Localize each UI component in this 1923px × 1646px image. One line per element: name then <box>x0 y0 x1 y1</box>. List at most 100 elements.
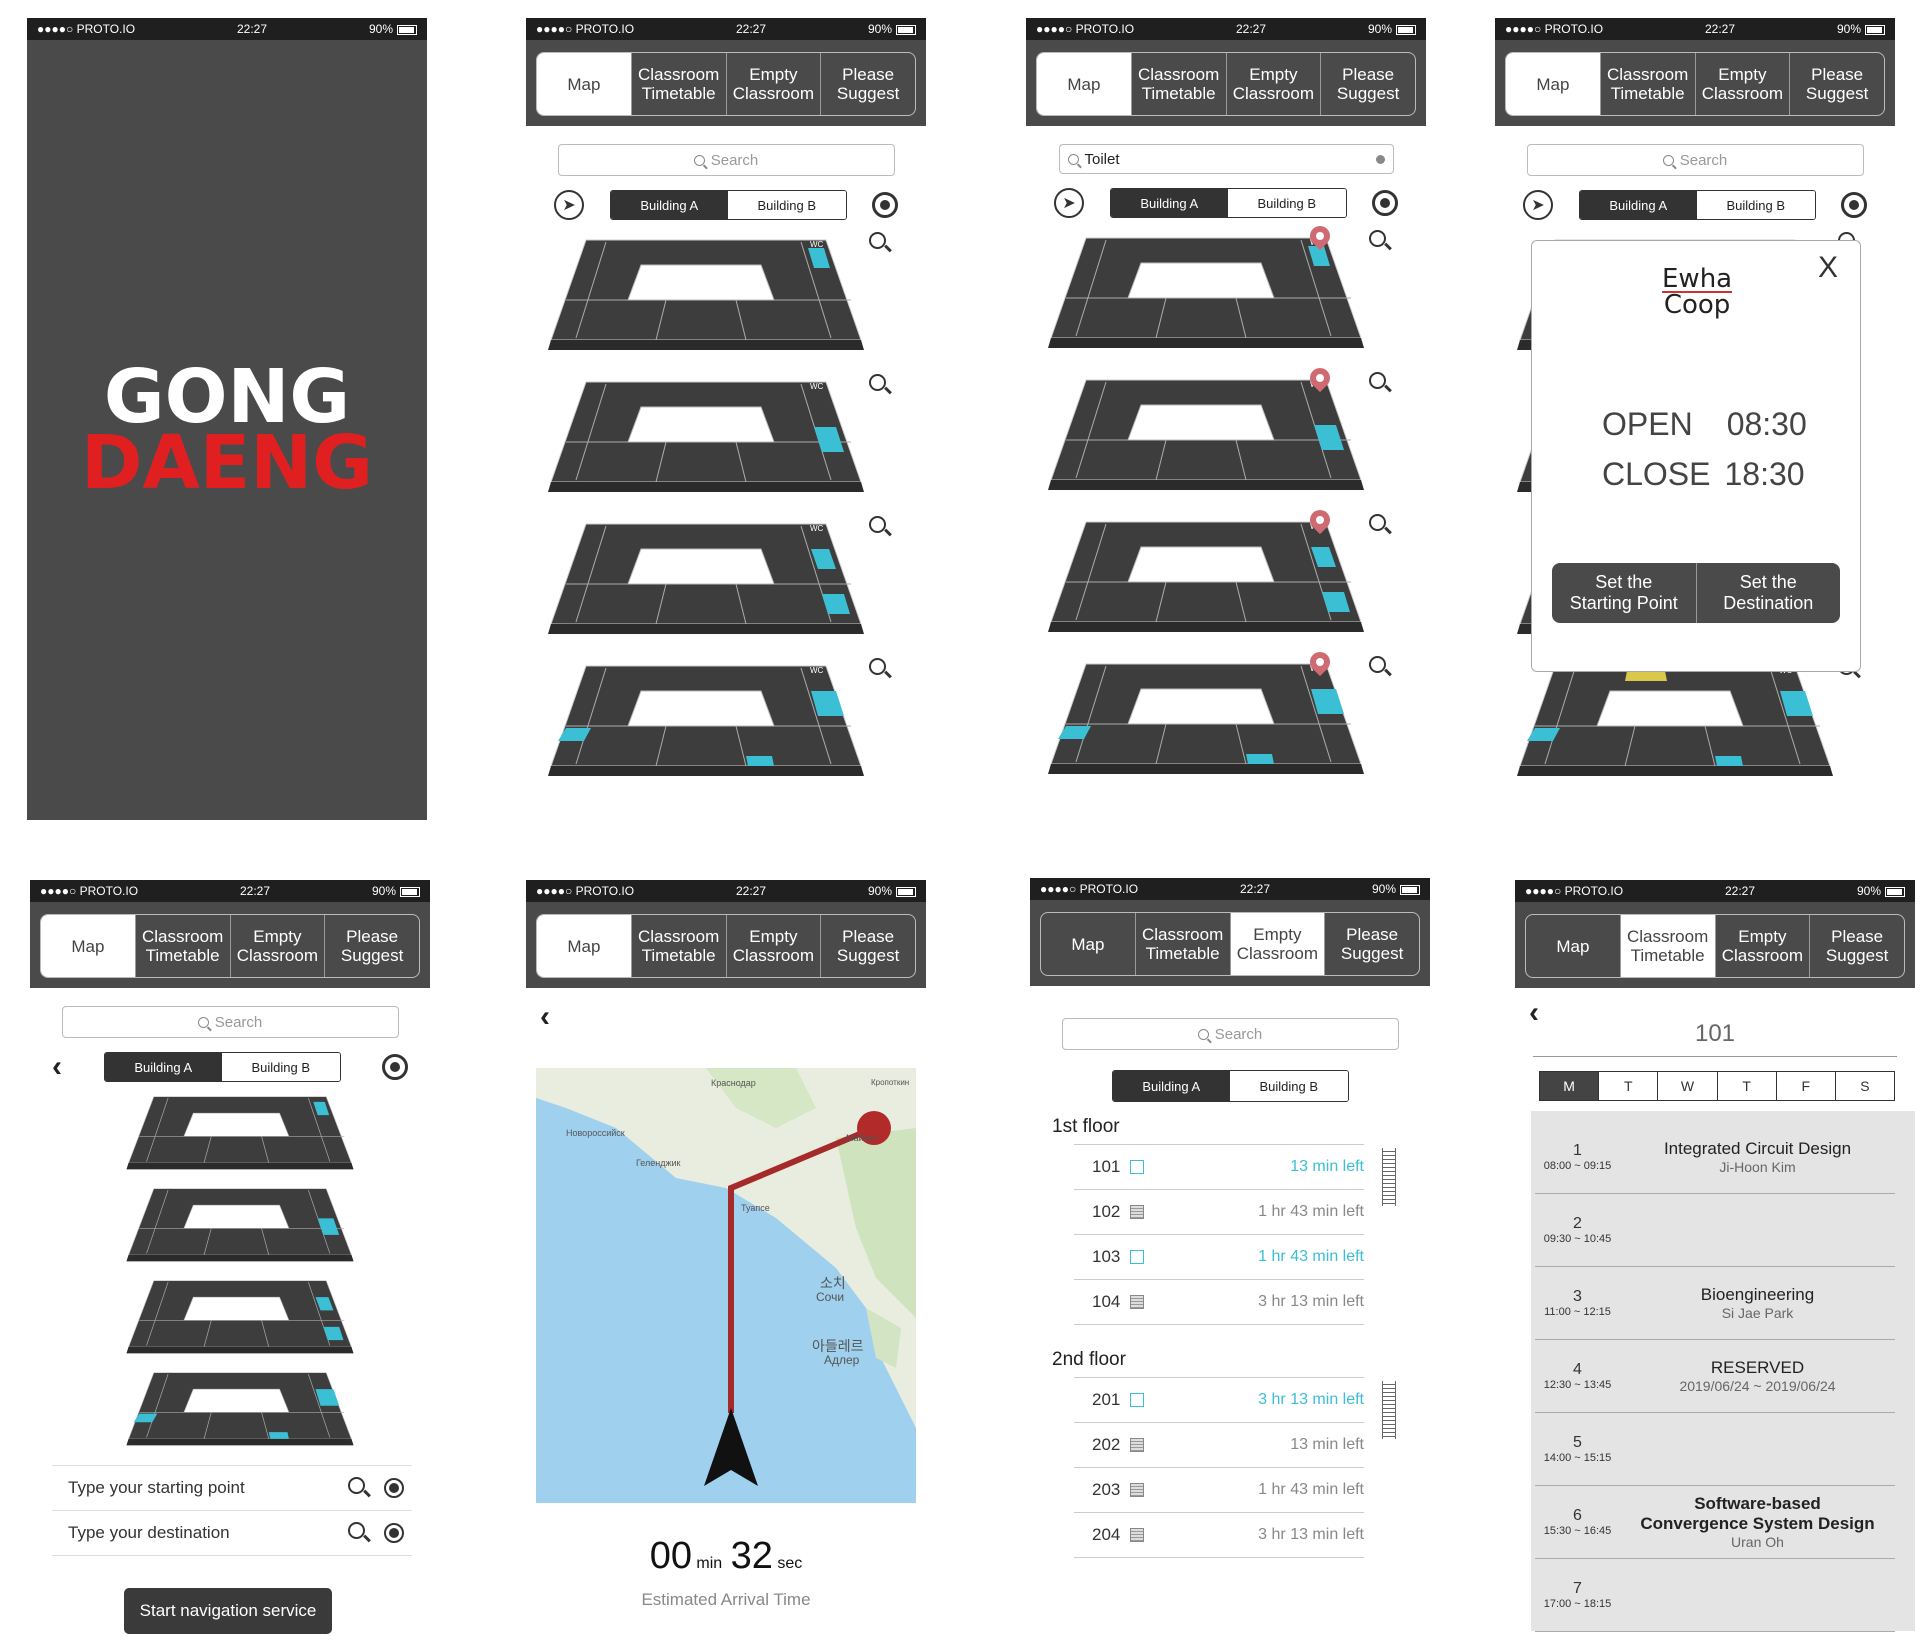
tab-empty-classroom[interactable]: Empty Classroom <box>1229 913 1325 975</box>
tab-map[interactable]: Map <box>537 915 631 977</box>
tab-classroom-timetable[interactable]: Classroom Timetable <box>1134 913 1230 975</box>
day-tab[interactable]: F <box>1775 1072 1835 1100</box>
building-b-option[interactable]: Building B <box>1230 1071 1348 1101</box>
floor-map-2[interactable]: WC <box>546 372 866 502</box>
zoom-icon[interactable] <box>1369 230 1391 252</box>
room-row[interactable]: 204 3 hr 13 min left <box>1074 1512 1364 1557</box>
day-tab[interactable]: S <box>1834 1072 1894 1100</box>
building-b-option[interactable]: Building B <box>1697 191 1815 219</box>
search-input[interactable]: Search <box>557 144 895 176</box>
tab-classroom-timetable[interactable]: Classroom Timetable <box>1130 53 1226 115</box>
search-input[interactable]: Toilet <box>1058 144 1394 174</box>
start-point-input[interactable]: Type your starting point <box>68 1478 245 1498</box>
room-row[interactable]: 202 13 min left <box>1074 1422 1364 1467</box>
building-a-option[interactable]: Building A <box>610 191 728 219</box>
tab-empty-classroom[interactable]: Empty Classroom <box>1225 53 1321 115</box>
compass-icon[interactable]: ➤ <box>554 190 584 220</box>
tab-map[interactable]: Map <box>1506 53 1600 115</box>
route-map[interactable]: Новороссийск Геленджик Туапсе Сочи Адлер… <box>536 1068 916 1503</box>
tab-map[interactable]: Map <box>1037 53 1131 115</box>
destination-input[interactable]: Type your destination <box>68 1523 230 1543</box>
zoom-icon[interactable] <box>869 232 891 254</box>
room-row[interactable]: 201 3 hr 13 min left <box>1074 1377 1364 1422</box>
day-tab[interactable]: W <box>1657 1072 1716 1100</box>
floor-map-4[interactable]: WC <box>546 656 866 786</box>
day-tab[interactable]: T <box>1598 1072 1657 1100</box>
room-row[interactable]: 102 1 hr 43 min left <box>1074 1189 1364 1234</box>
building-toggle[interactable]: Building A Building B <box>609 190 847 220</box>
floor-map-3[interactable] <box>125 1274 355 1365</box>
period-row[interactable]: 2 09:30 ~ 10:45 <box>1535 1194 1895 1267</box>
period-row[interactable]: 6 15:30 ~ 16:45 Software-based Convergence… <box>1535 1486 1895 1559</box>
room-row[interactable]: 203 1 hr 43 min left <box>1074 1467 1364 1512</box>
building-b-option[interactable]: Building B <box>728 191 846 219</box>
floor-map-1[interactable]: WC <box>546 230 866 360</box>
tab-please-suggest[interactable]: Please Suggest <box>1320 53 1415 115</box>
tab-map[interactable]: Map <box>1526 915 1620 977</box>
building-b-option[interactable]: Building B <box>1228 189 1346 217</box>
zoom-icon[interactable] <box>1369 514 1391 536</box>
tab-empty-classroom[interactable]: Empty Classroom <box>725 53 821 115</box>
tab-empty-classroom[interactable]: Empty Classroom <box>725 915 821 977</box>
destination-row[interactable]: Type your destination <box>52 1511 412 1556</box>
back-icon[interactable]: ‹ <box>52 1052 62 1082</box>
search-input[interactable]: Search <box>61 1006 399 1038</box>
start-point-row[interactable]: Type your starting point <box>52 1465 412 1511</box>
tab-please-suggest[interactable]: Please Suggest <box>820 53 915 115</box>
period-row[interactable]: 3 11:00 ~ 12:15 Bioengineering Si Jae Park <box>1535 1267 1895 1340</box>
set-starting-point-button[interactable]: Set the Starting Point <box>1552 563 1697 623</box>
tab-empty-classroom[interactable]: Empty Classroom <box>1714 915 1810 977</box>
period-row[interactable]: 1 08:00 ~ 09:15 Integrated Circuit Design J… <box>1535 1121 1895 1194</box>
room-row[interactable]: 104 3 hr 13 min left <box>1074 1279 1364 1324</box>
clear-icon[interactable] <box>1375 154 1385 164</box>
locate-icon[interactable] <box>872 192 898 218</box>
day-tab[interactable]: M <box>1540 1072 1599 1100</box>
zoom-icon[interactable] <box>1369 372 1391 394</box>
tab-map[interactable]: Map <box>1041 913 1135 975</box>
building-toggle[interactable]: Building A Building B <box>103 1052 341 1082</box>
back-icon[interactable]: ‹ <box>540 1002 926 1032</box>
set-destination-button[interactable]: Set the Destination <box>1697 563 1841 623</box>
compass-icon[interactable]: ➤ <box>1523 190 1553 220</box>
building-a-option[interactable]: Building A <box>1110 189 1228 217</box>
period-row[interactable]: 5 14:00 ~ 15:15 <box>1535 1413 1895 1486</box>
search-icon[interactable] <box>348 1477 370 1499</box>
tab-map[interactable]: Map <box>537 53 631 115</box>
room-row[interactable]: 101 13 min left <box>1074 1144 1364 1189</box>
search-input[interactable]: Search <box>1061 1018 1399 1050</box>
building-toggle[interactable]: Building A Building B <box>1578 190 1816 220</box>
day-tab[interactable]: T <box>1716 1072 1776 1100</box>
tab-classroom-timetable[interactable]: Classroom Timetable <box>630 915 726 977</box>
floor-map-4[interactable] <box>125 1366 355 1457</box>
locate-icon[interactable] <box>1372 190 1398 216</box>
tab-please-suggest[interactable]: Please Suggest <box>324 915 419 977</box>
locate-icon[interactable] <box>382 1054 408 1080</box>
tab-empty-classroom[interactable]: Empty Classroom <box>229 915 325 977</box>
day-selector[interactable]: MTWTFS <box>1539 1071 1895 1101</box>
zoom-icon[interactable] <box>869 516 891 538</box>
tab-please-suggest[interactable]: Please Suggest <box>820 915 915 977</box>
scroll-icon[interactable] <box>1382 1148 1396 1206</box>
floor-map-3[interactable]: WC <box>546 514 866 644</box>
tab-classroom-timetable[interactable]: Classroom Timetable <box>134 915 230 977</box>
building-a-option[interactable]: Building A <box>104 1053 222 1081</box>
tab-classroom-timetable[interactable]: Classroom Timetable <box>630 53 726 115</box>
building-toggle[interactable]: Building A Building B <box>1111 1070 1349 1102</box>
search-input[interactable]: Search <box>1526 144 1864 176</box>
close-button[interactable]: X <box>1818 251 1838 285</box>
period-row[interactable]: 7 17:00 ~ 18:15 <box>1535 1559 1895 1632</box>
tab-please-suggest[interactable]: Please Suggest <box>1324 913 1419 975</box>
zoom-icon[interactable] <box>869 374 891 396</box>
building-b-option[interactable]: Building B <box>222 1053 340 1081</box>
tab-classroom-timetable[interactable]: Classroom Timetable <box>1619 915 1715 977</box>
building-a-option[interactable]: Building A <box>1579 191 1697 219</box>
building-toggle[interactable]: Building A Building B <box>1109 188 1347 218</box>
tab-please-suggest[interactable]: Please Suggest <box>1809 915 1904 977</box>
floor-map-2[interactable] <box>125 1182 355 1273</box>
locate-icon[interactable] <box>384 1523 404 1543</box>
building-a-option[interactable]: Building A <box>1112 1071 1230 1101</box>
zoom-icon[interactable] <box>1369 656 1391 678</box>
tab-empty-classroom[interactable]: Empty Classroom <box>1694 53 1790 115</box>
tab-please-suggest[interactable]: Please Suggest <box>1789 53 1884 115</box>
locate-icon[interactable] <box>1841 192 1867 218</box>
